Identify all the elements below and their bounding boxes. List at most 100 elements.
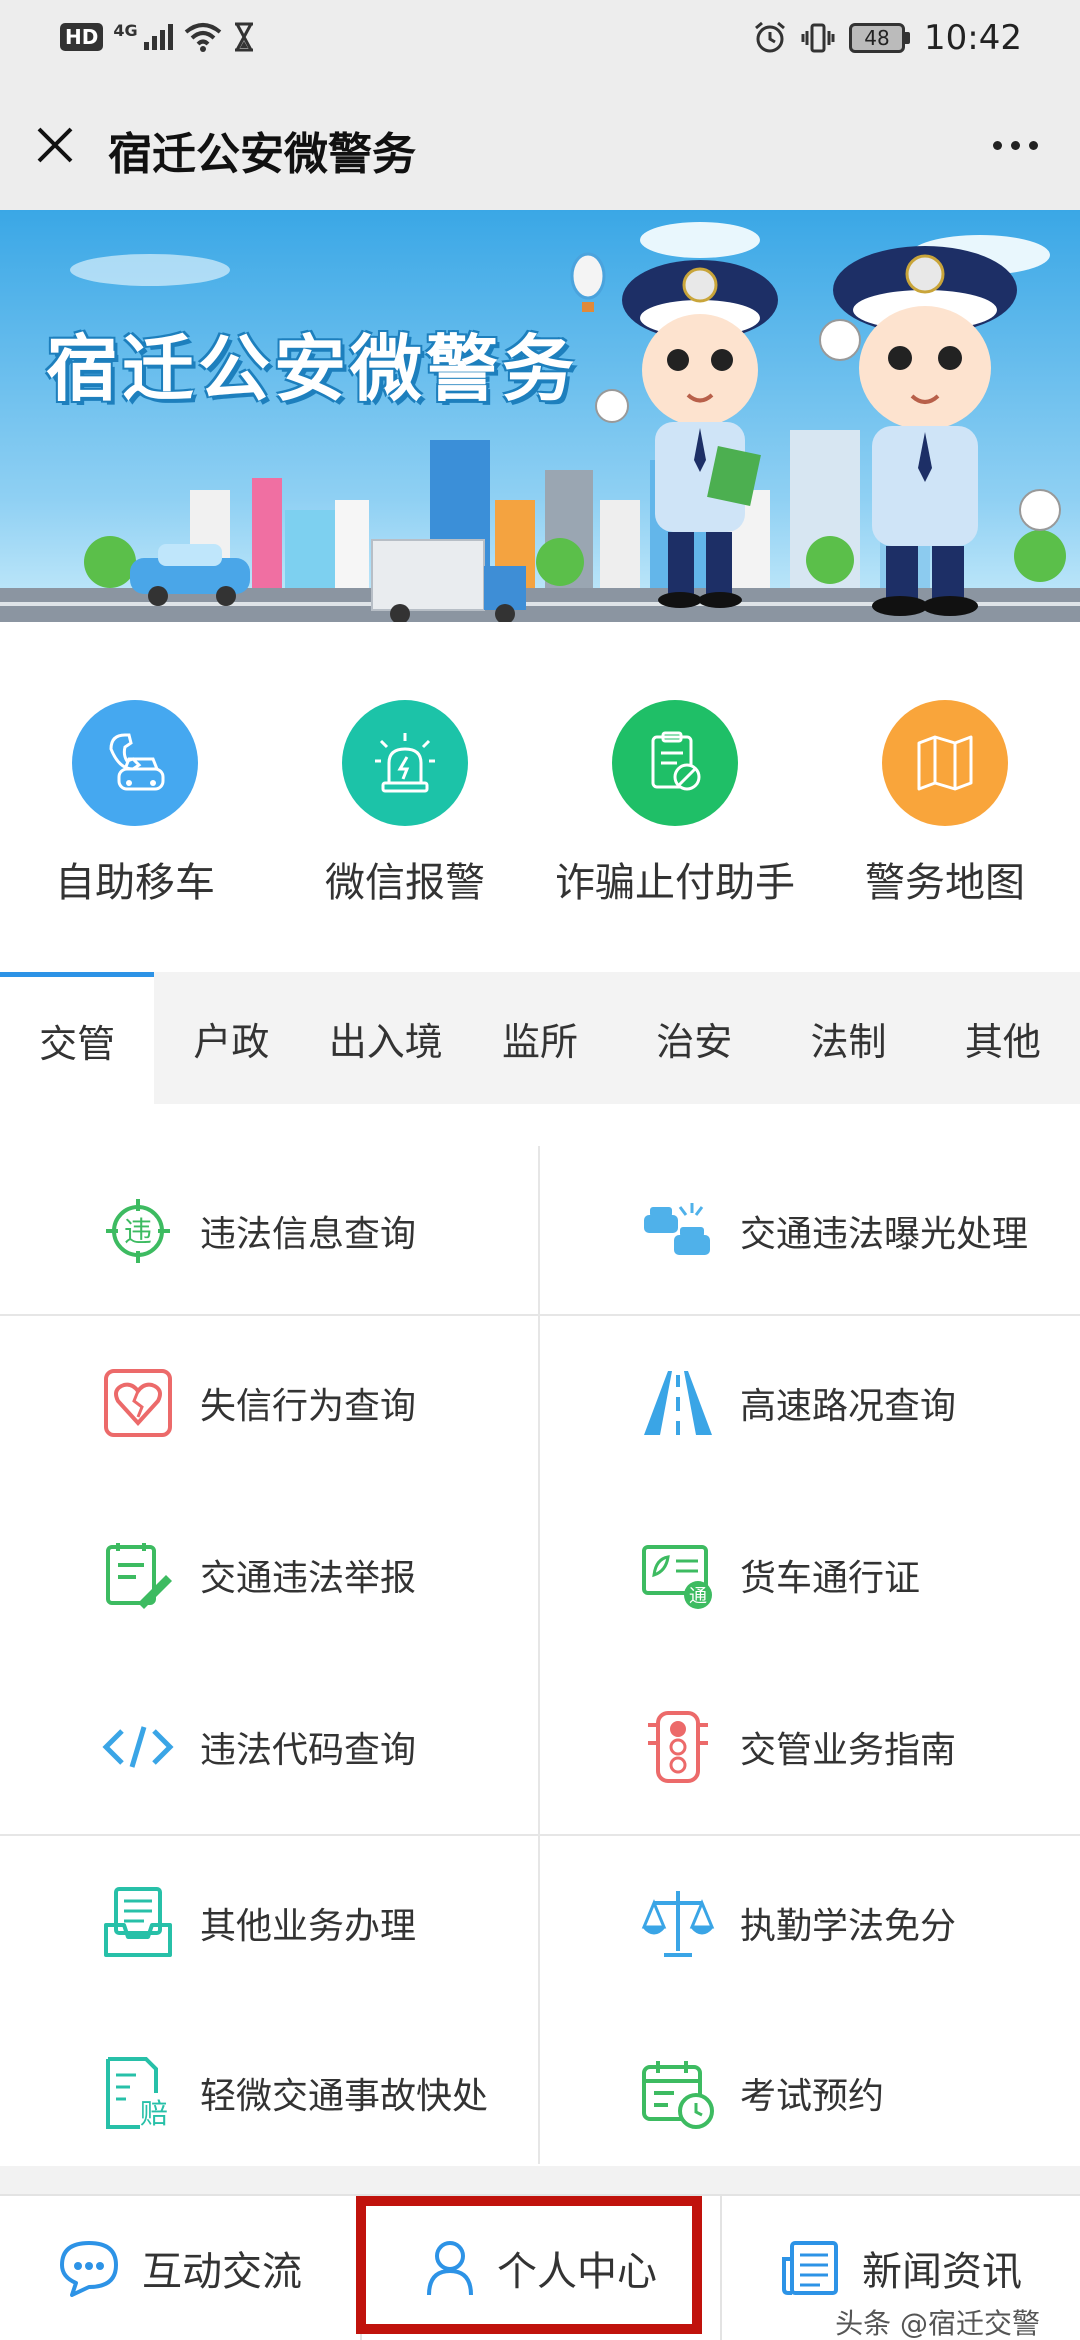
tab-public-security[interactable]: 治安 (617, 972, 771, 1104)
banner[interactable]: 宿迁公安微警务 (0, 210, 1080, 622)
service-exam-booking[interactable]: 考试预约 (540, 2008, 1080, 2178)
quick-item-fraud-stop[interactable]: 诈骗止付助手 (540, 700, 810, 910)
service-duty-study[interactable]: 执勤学法免分 (540, 1838, 1080, 2008)
quick-icon-circle (72, 700, 198, 826)
scales-icon (640, 1885, 716, 1961)
hourglass-icon (234, 22, 253, 52)
tab-legal[interactable]: 法制 (771, 972, 925, 1104)
quick-label: 自助移车 (55, 860, 215, 906)
svg-text:违: 违 (124, 1215, 152, 1248)
traffic-light-icon (640, 1709, 716, 1785)
grid-divider (0, 1834, 1080, 1836)
report-pen-icon (100, 1537, 176, 1613)
highway-icon (640, 1365, 716, 1441)
map-icon (917, 735, 973, 791)
service-label: 考试预约 (740, 2076, 885, 2117)
svg-text:赔: 赔 (140, 2097, 168, 2130)
nav-interactive-exchange[interactable]: 互动交流 (0, 2196, 360, 2340)
quick-item-self-move-car[interactable]: 自助移车 (0, 700, 270, 910)
battery-indicator: 48 (849, 23, 911, 53)
nav-label: 新闻资讯 (862, 2249, 1022, 2295)
signal-icon (143, 24, 173, 50)
more-dot (992, 140, 1002, 150)
quick-item-police-map[interactable]: 警务地图 (810, 700, 1080, 910)
battery-level: 48 (849, 23, 906, 53)
service-label: 轻微交通事故快处 (200, 2076, 489, 2117)
tab-traffic[interactable]: 交管 (0, 972, 155, 1104)
quick-label: 诈骗止付助手 (555, 860, 795, 906)
more-dot (1028, 140, 1038, 150)
nav-personal-center[interactable]: 个人中心 (360, 2196, 720, 2340)
service-label: 违法信息查询 (200, 1214, 417, 1255)
status-right: 48 10:42 (753, 18, 1022, 58)
news-icon (782, 2241, 838, 2295)
chat-bubble-icon (60, 2241, 118, 2297)
network-type: 4G (113, 20, 138, 40)
service-violation-report[interactable]: 交通违法举报 (0, 1490, 540, 1660)
close-icon (37, 127, 73, 163)
service-label: 其他业务办理 (200, 1906, 417, 1947)
service-violation-exposure[interactable]: 交通违法曝光处理 (540, 1146, 1080, 1316)
service-highway-status[interactable]: 高速路况查询 (540, 1318, 1080, 1488)
tab-detention[interactable]: 监所 (463, 972, 617, 1104)
close-button[interactable] (28, 118, 82, 172)
vibrate-icon (801, 23, 835, 53)
service-violation-query[interactable]: 违 违法信息查询 (0, 1146, 540, 1316)
person-icon (427, 2241, 473, 2296)
claim-doc-icon: 赔 (100, 2055, 176, 2131)
page-title: 宿迁公安微警务 (108, 129, 416, 180)
more-dot (1010, 140, 1020, 150)
service-traffic-guide[interactable]: 交管业务指南 (540, 1662, 1080, 1832)
banner-illustration (0, 210, 1080, 622)
service-label: 交管业务指南 (740, 1730, 957, 1771)
calendar-clock-icon (640, 2055, 716, 2131)
service-truck-pass[interactable]: 通 货车通行证 (540, 1490, 1080, 1660)
broken-heart-icon (100, 1365, 176, 1441)
hd-badge: HD (60, 23, 104, 51)
header: 宿迁公安微警务 (0, 80, 1080, 210)
tab-other[interactable]: 其他 (926, 972, 1080, 1104)
bottom-separator (0, 2166, 1080, 2194)
service-grid: 违 违法信息查询 交通违法曝光处理 失信行为查询 高速路况查询 交通违法举报 通… (0, 1146, 1080, 2164)
tab-household[interactable]: 户政 (154, 972, 308, 1104)
service-minor-accident[interactable]: 赔 轻微交通事故快处 (0, 2008, 540, 2178)
quick-label: 微信报警 (325, 860, 485, 906)
clock: 10:42 (924, 18, 1022, 58)
truck-pass-icon: 通 (640, 1537, 716, 1613)
quick-services: 自助移车 微信报警 诈骗止付助手 警务地图 (0, 700, 1080, 910)
service-label: 高速路况查询 (740, 1386, 957, 1427)
service-label: 失信行为查询 (200, 1386, 417, 1427)
alarm-clock-icon (755, 21, 785, 53)
watermark: 头条 @宿迁交警 (831, 2302, 1044, 2340)
quick-label: 警务地图 (865, 860, 1025, 906)
tab-exit-entry[interactable]: 出入境 (309, 972, 463, 1104)
nav-label: 个人中心 (497, 2249, 657, 2295)
quick-item-wechat-alarm[interactable]: 微信报警 (270, 700, 540, 910)
violation-target-icon: 违 (100, 1193, 176, 1269)
car-phone-icon (109, 733, 165, 791)
inbox-icon (100, 1885, 176, 1961)
service-violation-code[interactable]: 违法代码查询 (0, 1662, 540, 1832)
code-icon (100, 1709, 176, 1785)
alarm-light-icon (375, 733, 435, 793)
status-left: HD 4G (60, 20, 256, 52)
quick-icon-circle (342, 700, 468, 826)
battery-tip (905, 32, 911, 44)
banner-title: 宿迁公安微警务 (46, 327, 579, 411)
car-collision-icon (640, 1193, 716, 1269)
service-dishonesty-query[interactable]: 失信行为查询 (0, 1318, 540, 1488)
service-label: 执勤学法免分 (740, 1906, 957, 1947)
clipboard-block-icon (651, 731, 701, 791)
quick-icon-circle (612, 700, 738, 826)
service-label: 货车通行证 (740, 1558, 921, 1599)
service-label: 违法代码查询 (200, 1730, 417, 1771)
nav-label: 互动交流 (142, 2249, 302, 2295)
svg-text:通: 通 (689, 1586, 707, 1607)
service-label: 交通违法举报 (200, 1558, 417, 1599)
quick-icon-circle (882, 700, 1008, 826)
category-tabs: 交管 户政 出入境 监所 治安 法制 其他 (0, 972, 1080, 1104)
service-label: 交通违法曝光处理 (740, 1214, 1029, 1255)
status-bar: HD 4G 48 10:42 (0, 0, 1080, 80)
more-options-button[interactable] (980, 118, 1050, 172)
service-other-business[interactable]: 其他业务办理 (0, 1838, 540, 2008)
